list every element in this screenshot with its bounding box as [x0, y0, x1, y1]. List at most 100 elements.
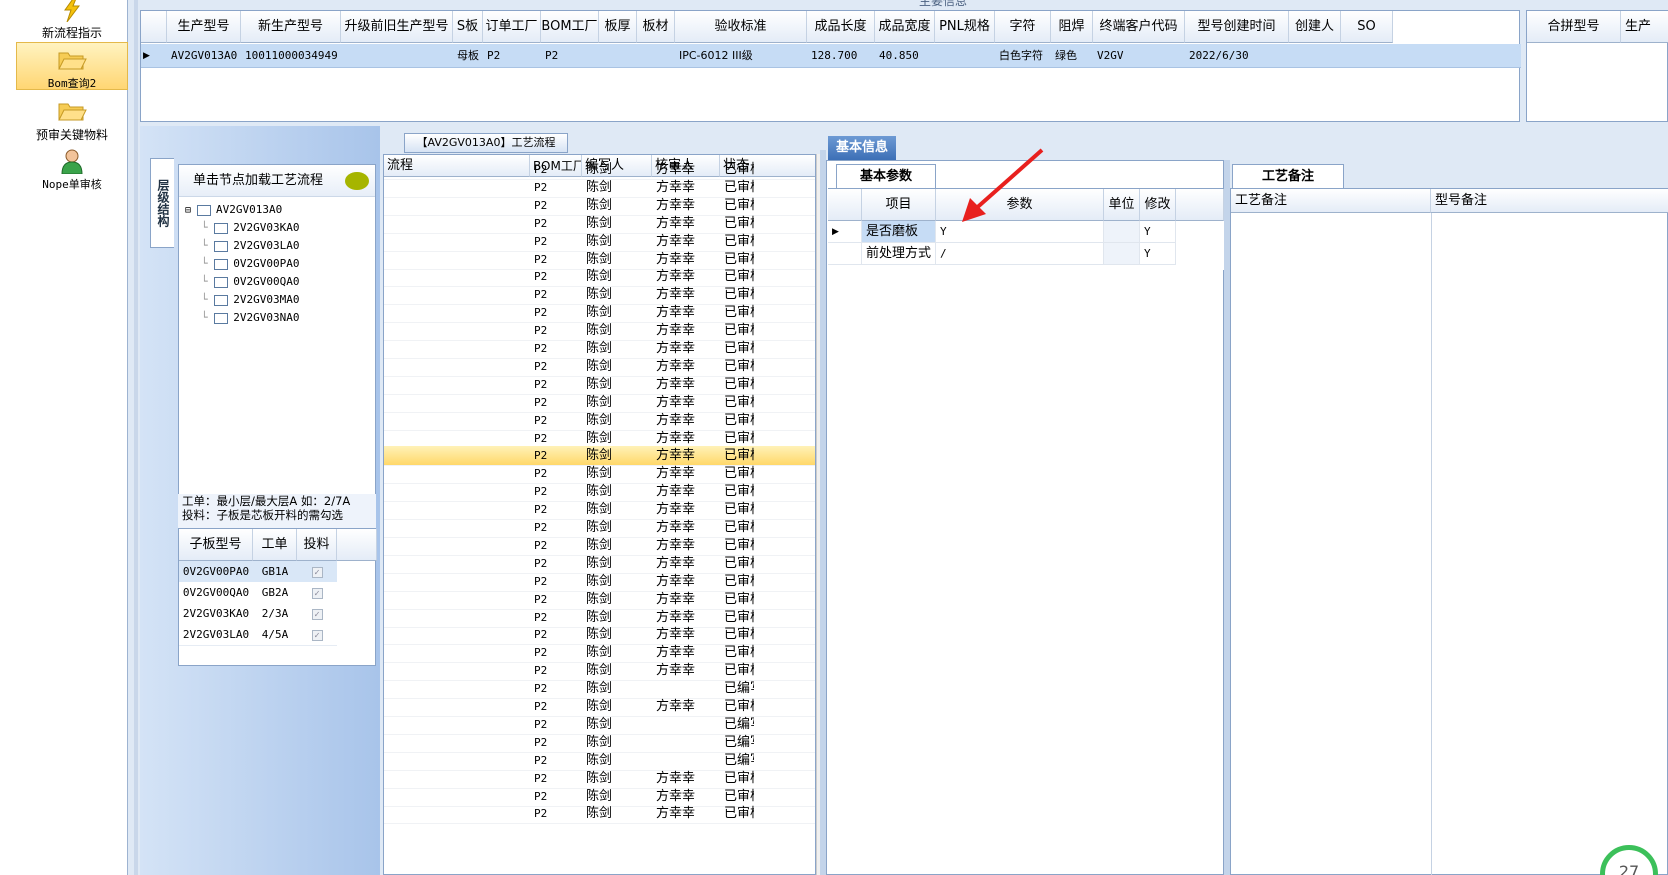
tree-node[interactable]: └ 2V2GV03NA0 [201, 309, 299, 327]
table-cell[interactable]: 2022/6/30 [1189, 45, 1287, 67]
table-cell[interactable] [345, 45, 451, 67]
param-cell-unit[interactable] [1104, 243, 1140, 265]
table-cell[interactable]: 母板 [457, 45, 481, 67]
row-pointer-icon[interactable]: ▶ [828, 221, 862, 243]
nav-label: Bom查询2 [47, 77, 97, 90]
row-header[interactable] [828, 243, 862, 265]
tree-node[interactable]: └ 0V2GV00PA0 [201, 255, 299, 273]
col-header[interactable]: BOM工厂 [541, 11, 599, 43]
col-header[interactable]: 项目 [862, 189, 936, 221]
param-cell-item[interactable]: 是否磨板 [862, 221, 936, 243]
col-header[interactable]: 修改 [1140, 189, 1176, 221]
checkbox-icon[interactable]: ✓ [311, 588, 323, 599]
col-header[interactable]: 板厚 [599, 11, 637, 43]
col-header[interactable]: 合拼型号 [1527, 11, 1621, 43]
col-header[interactable]: 成品宽度 [875, 11, 935, 43]
col-header[interactable]: 投料 [297, 529, 337, 561]
col-header[interactable]: 字符 [995, 11, 1051, 43]
col-header[interactable]: 生产型号 [167, 11, 241, 43]
col-header[interactable]: 工艺备注 [1231, 189, 1431, 213]
param-cell-unit[interactable] [1104, 221, 1140, 243]
col-header[interactable]: 成品长度 [807, 11, 875, 43]
col-header[interactable]: 子板型号 [179, 529, 253, 561]
col-header[interactable]: 型号创建时间 [1185, 11, 1289, 43]
col-header[interactable]: 单位 [1104, 189, 1140, 221]
table-cell[interactable]: 绿色 [1055, 45, 1091, 67]
param-cell-modify[interactable]: Y [1140, 221, 1176, 243]
col-header[interactable]: 型号备注 [1431, 189, 1668, 213]
table-cell[interactable] [1345, 45, 1391, 67]
tree-node[interactable]: └ 2V2GV03LA0 [201, 237, 299, 255]
table-cell[interactable] [641, 45, 673, 67]
tree-root[interactable]: ⊟ AV2GV013A0 [185, 201, 282, 219]
checkbox-icon[interactable]: ✓ [311, 609, 323, 620]
table-cell[interactable]: AV2GV013A0 [171, 45, 239, 67]
col-header[interactable]: 终端客户代码 [1093, 11, 1185, 43]
feed-checkbox[interactable]: ✓ [297, 561, 337, 583]
process-step-row[interactable]: 功能检查P2陈剑方幸幸已审核 [384, 804, 815, 825]
nav-nope-review[interactable]: Nope单审核 [16, 144, 128, 192]
param-cell-modify[interactable]: Y [1140, 243, 1176, 265]
tree-node-label: 0V2GV00QA0 [233, 275, 300, 288]
nav-new-flow[interactable]: 新流程指示 [16, 0, 128, 40]
col-header[interactable]: 阻焊 [1051, 11, 1093, 43]
checkbox-icon[interactable]: ✓ [311, 630, 323, 641]
feed-note: 工单：最小层/最大层A 如：2/7A 投料：子板是芯板开料的需勾选 [178, 494, 376, 528]
col-header[interactable]: 升级前旧生产型号 [341, 11, 453, 43]
table-cell[interactable]: P2 [487, 45, 539, 67]
feed-checkbox[interactable]: ✓ [297, 603, 337, 625]
nav-bom-query[interactable]: Bom查询2 [16, 42, 128, 90]
tree-header-label: 单击节点加载工艺流程 [193, 173, 324, 188]
table-cell[interactable]: 0V2GV00PA0 [179, 561, 253, 583]
table-cell[interactable] [603, 45, 635, 67]
table-cell[interactable]: 40.850 [879, 45, 933, 67]
table-cell[interactable]: 2V2GV03LA0 [179, 624, 253, 646]
table-cell[interactable]: P2 [545, 45, 597, 67]
col-header[interactable]: 新生产型号 [241, 11, 341, 43]
col-header[interactable]: 验收标准 [675, 11, 807, 43]
structure-tree: 单击节点加载工艺流程 ⊟ AV2GV013A0 └ 2V2GV03KA0 └ 2V2… [178, 164, 376, 502]
col-header[interactable]: 生产 [1621, 11, 1668, 43]
col-header[interactable]: S板 [453, 11, 483, 43]
table-cell[interactable]: 0V2GV00QA0 [179, 582, 253, 604]
table-cell[interactable]: 2V2GV03KA0 [179, 603, 253, 625]
nav-label: 新流程指示 [41, 26, 102, 40]
tab-basic-params[interactable]: 基本参数 [836, 164, 936, 188]
grid-corner[interactable] [828, 189, 862, 221]
table-cell[interactable]: 2/3A [253, 603, 297, 625]
tab-process-remarks[interactable]: 工艺备注 [1232, 164, 1344, 188]
table-cell[interactable]: 128.700 [811, 45, 873, 67]
grid-corner[interactable] [141, 11, 167, 43]
note-line: 投料：子板是芯板开料的需勾选 [182, 508, 343, 522]
nav-splitter[interactable] [134, 0, 138, 875]
table-cell[interactable]: IPC-6012 III级 [679, 45, 805, 67]
table-cell[interactable]: 4/5A [253, 624, 297, 646]
table-cell[interactable]: 10011000034949 [245, 45, 339, 67]
table-cell[interactable]: GB2A [253, 582, 297, 604]
writer: 陈剑 [586, 806, 613, 822]
param-cell-param[interactable]: / [936, 243, 1104, 265]
param-cell-item[interactable]: 前处理方式 [862, 243, 936, 265]
tab-basic-info[interactable]: 基本信息 [828, 136, 896, 160]
table-cell[interactable]: GB1A [253, 561, 297, 583]
col-header[interactable]: 创建人 [1289, 11, 1341, 43]
feed-checkbox[interactable]: ✓ [297, 582, 337, 604]
tree-node[interactable]: └ 2V2GV03KA0 [201, 219, 299, 237]
table-cell[interactable]: 白色字符 [999, 45, 1049, 67]
col-header[interactable]: 工单 [253, 529, 297, 561]
col-header[interactable]: SO [1341, 11, 1393, 43]
tree-node[interactable]: └ 2V2GV03MA0 [201, 291, 299, 309]
table-cell[interactable]: V2GV [1097, 45, 1183, 67]
col-header[interactable]: 订单工厂 [483, 11, 541, 43]
speech-bubble-icon[interactable] [345, 172, 369, 190]
table-cell[interactable] [1293, 45, 1339, 67]
tab-structure[interactable]: 层级结构 [150, 158, 174, 248]
tree-node[interactable]: └ 0V2GV00QA0 [201, 273, 299, 291]
nav-pre-review[interactable]: 预审关键物料 [16, 94, 128, 142]
col-header[interactable]: PNL规格 [935, 11, 995, 43]
collapse-icon[interactable]: ⊟ [185, 205, 197, 216]
checkbox-icon[interactable]: ✓ [311, 567, 323, 578]
col-header[interactable]: 板材 [637, 11, 675, 43]
table-cell[interactable] [939, 45, 993, 67]
feed-checkbox[interactable]: ✓ [297, 624, 337, 646]
